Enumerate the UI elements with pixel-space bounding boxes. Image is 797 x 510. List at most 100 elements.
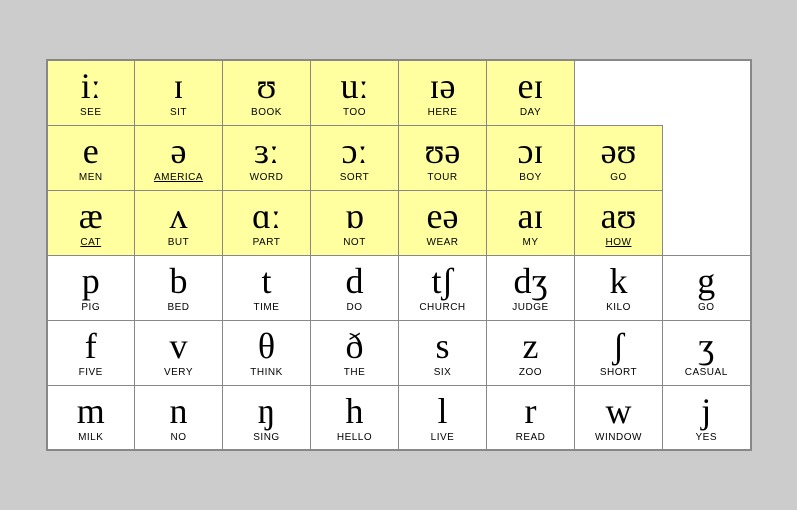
ipa-word: MILK <box>52 432 131 443</box>
ipa-symbol: əʊ <box>579 132 658 172</box>
ipa-cell: pPIG <box>47 255 135 320</box>
ipa-symbol: ɜː <box>227 132 306 172</box>
ipa-symbol: r <box>491 392 570 432</box>
ipa-cell: æCAT <box>47 190 135 255</box>
ipa-word: SIX <box>403 367 482 378</box>
ipa-symbol: b <box>139 262 218 302</box>
ipa-cell: ʒCASUAL <box>663 320 751 385</box>
ipa-symbol: æ <box>52 197 131 237</box>
ipa-symbol: ɒ <box>315 197 394 237</box>
ipa-cell: hHELLO <box>311 385 399 450</box>
ipa-symbol: ð <box>315 327 394 367</box>
ipa-cell: gGO <box>663 255 751 320</box>
ipa-word: SIT <box>139 107 218 118</box>
ipa-symbol: ɔː <box>315 132 394 172</box>
ipa-symbol: ʊ <box>227 67 306 107</box>
ipa-cell: vVERY <box>135 320 223 385</box>
ipa-symbol: h <box>315 392 394 432</box>
ipa-cell: ɑːPART <box>223 190 311 255</box>
ipa-word: GO <box>667 302 746 313</box>
ipa-symbol: aɪ <box>491 197 570 237</box>
ipa-cell: ðTHE <box>311 320 399 385</box>
ipa-word: READ <box>491 432 570 443</box>
ipa-cell: iːSEE <box>47 60 135 125</box>
ipa-word: SORT <box>315 172 394 183</box>
ipa-cell: aʊHOW <box>575 190 663 255</box>
ipa-cell: nNO <box>135 385 223 450</box>
ipa-symbol: ɪ <box>139 67 218 107</box>
ipa-word: LIVE <box>403 432 482 443</box>
ipa-symbol: tʃ <box>403 262 482 302</box>
ipa-word: HELLO <box>315 432 394 443</box>
ipa-cell: ɒNOT <box>311 190 399 255</box>
ipa-word: THINK <box>227 367 306 378</box>
ipa-symbol: z <box>491 327 570 367</box>
ipa-symbol: s <box>403 327 482 367</box>
ipa-cell: tʃCHURCH <box>399 255 487 320</box>
ipa-symbol: n <box>139 392 218 432</box>
ipa-cell: ɔɪBOY <box>487 125 575 190</box>
ipa-symbol: ə <box>139 132 218 172</box>
ipa-word: GO <box>579 172 658 183</box>
ipa-symbol: ɪə <box>403 67 482 107</box>
ipa-symbol: ʊə <box>403 132 482 172</box>
ipa-cell: uːTOO <box>311 60 399 125</box>
ipa-word: JUDGE <box>491 302 570 313</box>
ipa-word: BOY <box>491 172 570 183</box>
ipa-cell: ʃSHORT <box>575 320 663 385</box>
ipa-word: KILO <box>579 302 658 313</box>
ipa-symbol: ɑː <box>227 197 306 237</box>
ipa-word: HOW <box>579 237 658 248</box>
ipa-cell: eəWEAR <box>399 190 487 255</box>
ipa-symbol: iː <box>52 67 131 107</box>
ipa-symbol: p <box>52 262 131 302</box>
ipa-word: TOUR <box>403 172 482 183</box>
ipa-word: TOO <box>315 107 394 118</box>
ipa-word: WINDOW <box>579 432 658 443</box>
ipa-cell: zZOO <box>487 320 575 385</box>
ipa-cell: ʌBUT <box>135 190 223 255</box>
ipa-word: PART <box>227 237 306 248</box>
ipa-cell: sSIX <box>399 320 487 385</box>
ipa-word: WEAR <box>403 237 482 248</box>
ipa-symbol: ɔɪ <box>491 132 570 172</box>
ipa-cell: aɪMY <box>487 190 575 255</box>
ipa-cell: ɔːSORT <box>311 125 399 190</box>
ipa-word: NOT <box>315 237 394 248</box>
ipa-cell: ɪSIT <box>135 60 223 125</box>
ipa-cell: kKILO <box>575 255 663 320</box>
ipa-word: BOOK <box>227 107 306 118</box>
ipa-word: THE <box>315 367 394 378</box>
ipa-symbol: w <box>579 392 658 432</box>
ipa-cell: wWINDOW <box>575 385 663 450</box>
ipa-cell: jYES <box>663 385 751 450</box>
ipa-cell: dDO <box>311 255 399 320</box>
ipa-word: BED <box>139 302 218 313</box>
ipa-cell: bBED <box>135 255 223 320</box>
ipa-symbol: d <box>315 262 394 302</box>
ipa-word: ZOO <box>491 367 570 378</box>
ipa-cell: eMEN <box>47 125 135 190</box>
ipa-word: SEE <box>52 107 131 118</box>
ipa-cell: tTIME <box>223 255 311 320</box>
ipa-word: CHURCH <box>403 302 482 313</box>
ipa-word: BUT <box>139 237 218 248</box>
ipa-word: TIME <box>227 302 306 313</box>
ipa-word: DAY <box>491 107 570 118</box>
ipa-symbol: eɪ <box>491 67 570 107</box>
ipa-word: DO <box>315 302 394 313</box>
ipa-cell: əAMERICA <box>135 125 223 190</box>
ipa-chart: iːSEEɪSITʊBOOKuːTOOɪəHEREeɪDAYeMENəAMERI… <box>46 59 752 451</box>
ipa-symbol: ʌ <box>139 197 218 237</box>
ipa-symbol: θ <box>227 327 306 367</box>
ipa-word: MY <box>491 237 570 248</box>
ipa-cell: ŋSING <box>223 385 311 450</box>
ipa-word: VERY <box>139 367 218 378</box>
ipa-cell: dʒJUDGE <box>487 255 575 320</box>
ipa-symbol: ʒ <box>667 327 746 367</box>
ipa-word: CAT <box>52 237 131 248</box>
ipa-symbol: ŋ <box>227 392 306 432</box>
ipa-cell: rREAD <box>487 385 575 450</box>
ipa-cell: əʊGO <box>575 125 663 190</box>
ipa-symbol: uː <box>315 67 394 107</box>
